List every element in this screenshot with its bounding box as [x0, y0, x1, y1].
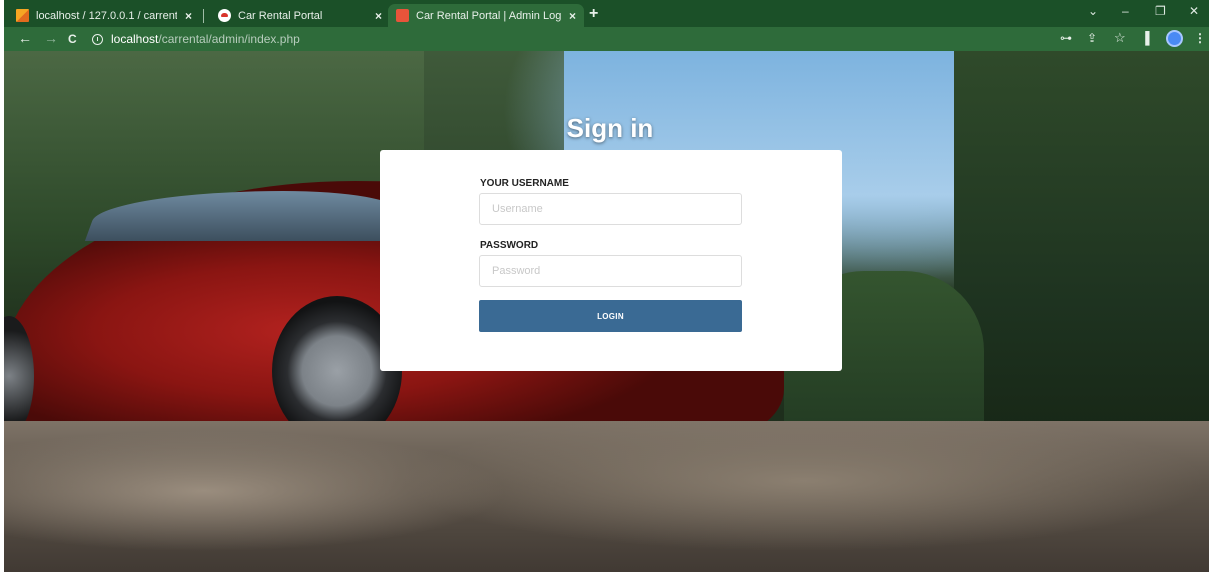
phpmyadmin-icon — [16, 9, 29, 22]
page-title: Sign in — [566, 113, 654, 143]
address-bar[interactable]: localhost /carrental/admin/index.php — [92, 29, 1052, 49]
username-label: YOUR USERNAME — [480, 178, 569, 189]
browser-toolbar: ← → C localhost /carrental/admin/index.p… — [4, 27, 1209, 51]
tab-admin-login[interactable]: Car Rental Portal | Admin Login × — [388, 4, 584, 27]
login-button[interactable]: LOGIN — [479, 300, 742, 332]
tab-title: Car Rental Portal | Admin Login — [416, 9, 561, 22]
background-rock — [4, 421, 1209, 572]
key-icon[interactable]: ⊶ — [1060, 31, 1072, 45]
menu-icon[interactable]: ⋮ — [1194, 31, 1206, 45]
tab-phpmyadmin[interactable]: localhost / 127.0.0.1 / carrental | × — [8, 4, 200, 27]
back-icon[interactable]: ← — [18, 30, 32, 46]
url-path: /carrental/admin/index.php — [158, 32, 300, 46]
tab-title: Car Rental Portal — [238, 9, 323, 22]
page-content: Sign in YOUR USERNAME PASSWORD LOGIN — [4, 51, 1209, 572]
xampp-icon — [396, 9, 409, 22]
username-input[interactable] — [479, 193, 742, 225]
close-icon[interactable]: × — [375, 9, 382, 23]
tab-search-icon[interactable]: ⌄ — [1088, 4, 1098, 18]
url-host: localhost — [111, 32, 159, 46]
new-tab-button[interactable]: + — [589, 5, 598, 23]
share-icon[interactable]: ⇪ — [1087, 31, 1097, 45]
tab-title: localhost / 127.0.0.1 / carrental | — [36, 9, 177, 22]
password-label: PASSWORD — [480, 240, 539, 251]
restore-button[interactable]: ❐ — [1155, 4, 1166, 18]
side-panel-icon[interactable]: ▐ — [1141, 31, 1150, 45]
tab-separator — [203, 9, 204, 23]
minimize-button[interactable]: – — [1122, 4, 1129, 18]
bookmark-star-icon[interactable]: ☆ — [1114, 30, 1126, 46]
profile-avatar[interactable] — [1166, 30, 1183, 47]
browser-window: localhost / 127.0.0.1 / carrental | × Ca… — [4, 0, 1209, 572]
car-rental-favicon-icon — [218, 9, 231, 22]
tab-car-rental-portal[interactable]: Car Rental Portal × — [210, 4, 390, 27]
forward-icon[interactable]: → — [44, 30, 58, 46]
close-icon[interactable]: × — [185, 9, 192, 23]
login-form: YOUR USERNAME PASSWORD LOGIN — [380, 150, 842, 371]
reload-icon[interactable]: C — [68, 32, 77, 46]
close-window-button[interactable]: ✕ — [1189, 4, 1199, 18]
close-icon[interactable]: × — [569, 9, 576, 23]
site-info-icon[interactable] — [92, 33, 103, 45]
password-input[interactable] — [479, 255, 742, 287]
tab-strip: localhost / 127.0.0.1 / carrental | × Ca… — [4, 0, 1209, 27]
